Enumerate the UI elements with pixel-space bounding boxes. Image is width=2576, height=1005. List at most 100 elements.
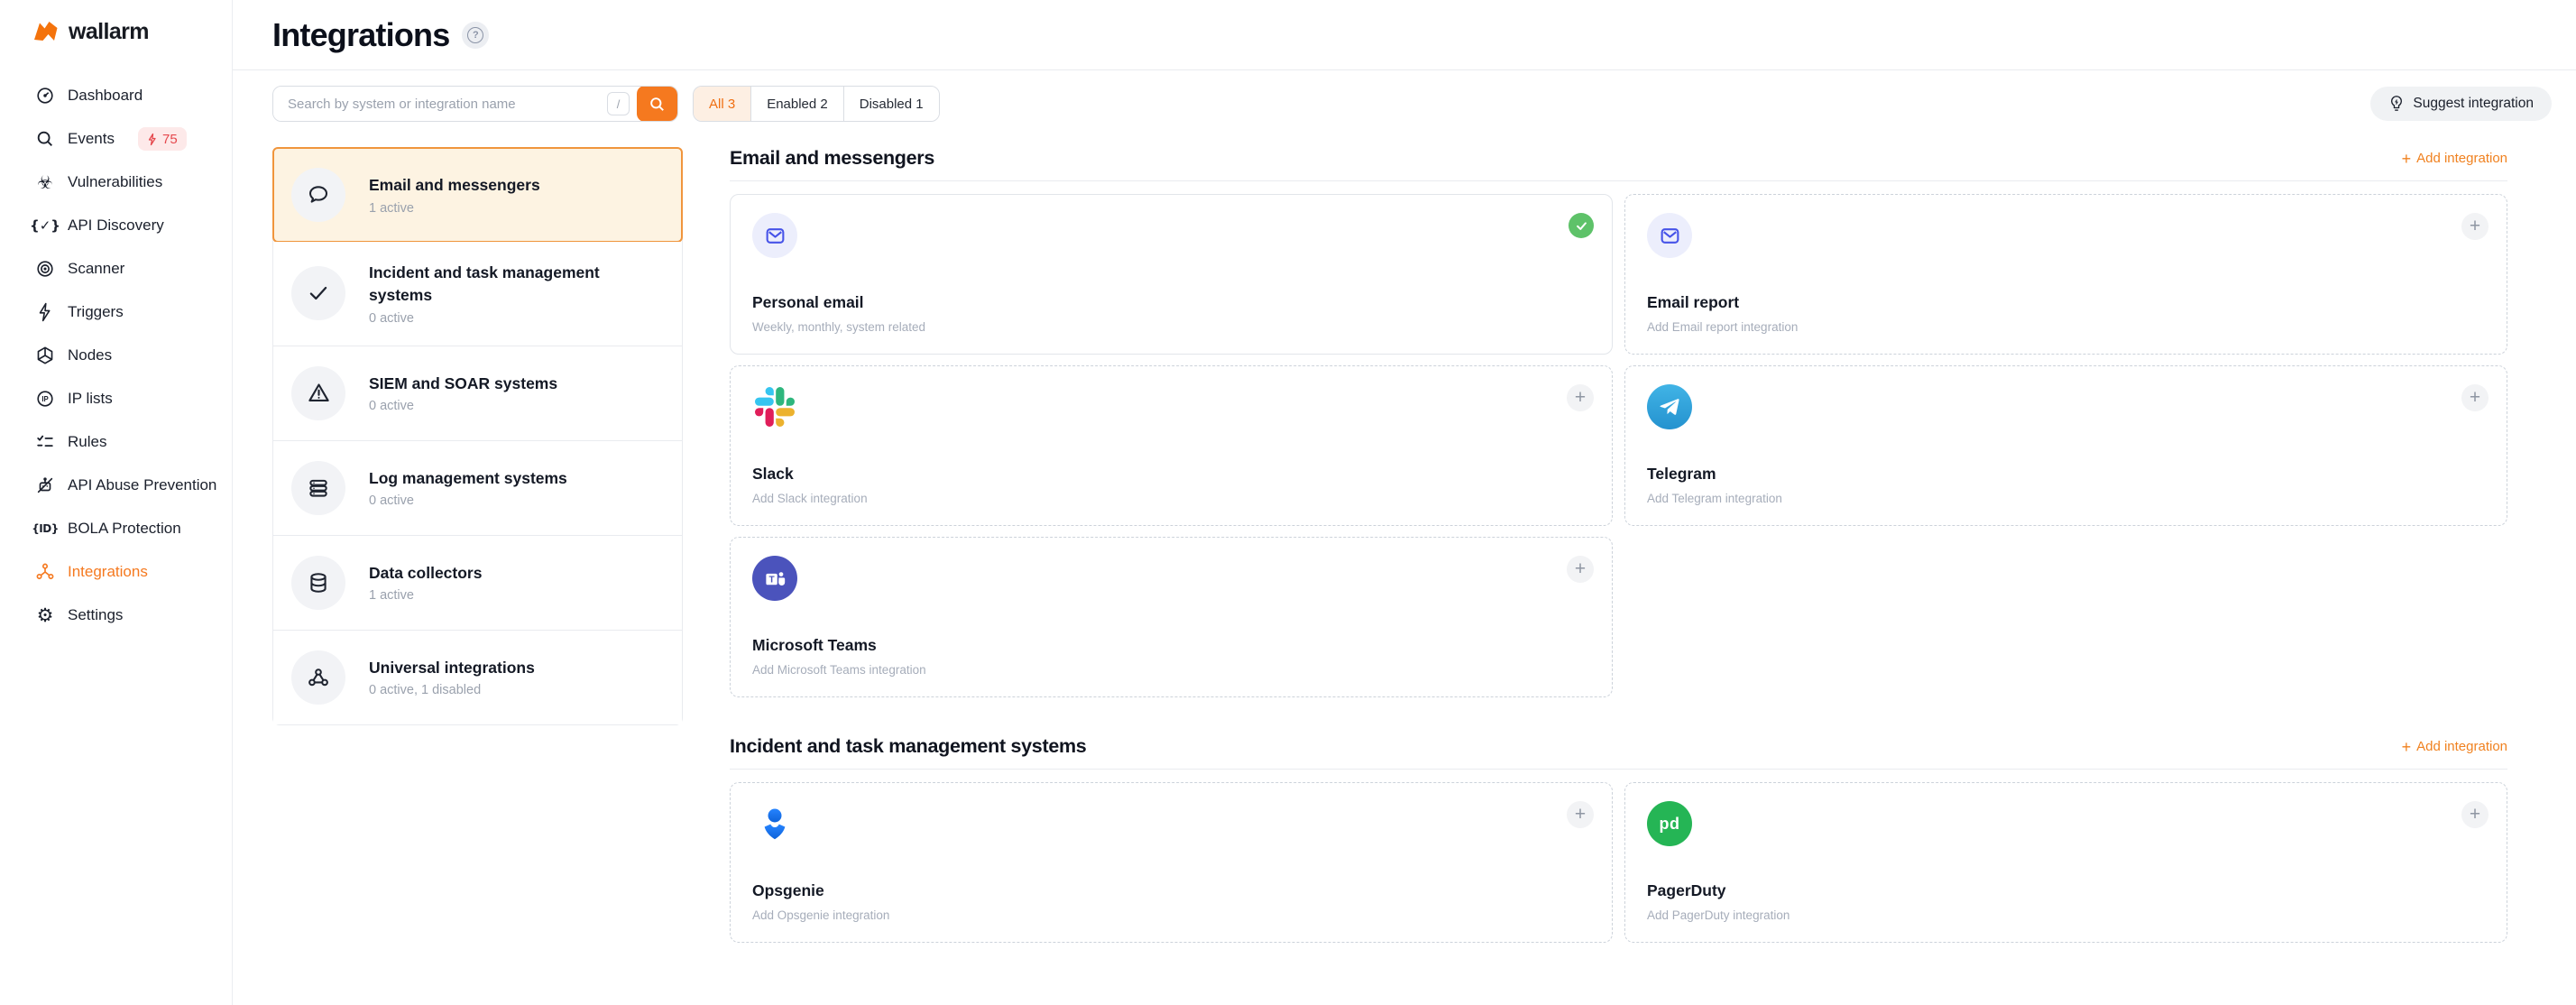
category-title: SIEM and SOAR systems: [369, 373, 557, 395]
sidebar-item-integrations[interactable]: Integrations: [0, 550, 232, 594]
card-description: Add Opsgenie integration: [752, 908, 889, 922]
sidebar-nav: Dashboard Events 75 ☣ Vulnerabilities {✓…: [0, 74, 232, 637]
sidebar-item-label: API Discovery: [68, 217, 164, 235]
category-email-and-messengers[interactable]: Email and messengers 1 active: [272, 147, 683, 243]
telegram-logo: [1647, 384, 1692, 429]
api-abuse-prevention-icon: [34, 475, 56, 496]
card-title: Slack: [752, 465, 794, 484]
nodes-icon: [34, 345, 56, 366]
category-siem-and-soar[interactable]: SIEM and SOAR systems 0 active: [273, 346, 682, 441]
integration-card-personal-email[interactable]: Personal email Weekly, monthly, system r…: [730, 194, 1613, 355]
sidebar-item-label: Settings: [68, 606, 123, 624]
wallarm-logo-text: wallarm: [69, 19, 149, 45]
integration-card-opsgenie[interactable]: + Opsgenie Add Opsgenie integration: [730, 782, 1613, 943]
events-count-badge: 75: [138, 127, 187, 151]
add-card-plus-button[interactable]: +: [2461, 213, 2489, 240]
filter-tab-all[interactable]: All 3: [694, 87, 751, 121]
card-description: Add Email report integration: [1647, 320, 1798, 334]
webhook-icon: [291, 650, 345, 705]
sidebar-item-bola-protection[interactable]: {ID} BOLA Protection: [0, 507, 232, 550]
pagerduty-logo: pd: [1647, 801, 1692, 846]
ip-lists-icon: IP: [34, 388, 56, 410]
category-data-collectors[interactable]: Data collectors 1 active: [273, 536, 682, 631]
page-title: Integrations: [272, 16, 449, 54]
search-input[interactable]: [273, 87, 607, 121]
checkmark-icon: [291, 266, 345, 320]
category-log-management[interactable]: Log management systems 0 active: [273, 441, 682, 536]
sidebar-item-scanner[interactable]: Scanner: [0, 247, 232, 290]
sidebar-item-nodes[interactable]: Nodes: [0, 334, 232, 377]
sidebar-item-label: Integrations: [68, 563, 148, 581]
filter-tab-disabled[interactable]: Disabled 1: [844, 87, 939, 121]
sidebar-item-label: IP lists: [68, 390, 113, 408]
sidebar-item-label: Nodes: [68, 346, 112, 364]
card-title: Personal email: [752, 293, 864, 312]
events-icon: [34, 128, 56, 150]
sidebar-item-label: Rules: [68, 433, 106, 451]
integration-card-email-report[interactable]: + Email report Add Email report integrat…: [1624, 194, 2507, 355]
sidebar-item-dashboard[interactable]: Dashboard: [0, 74, 232, 117]
add-card-plus-button[interactable]: +: [1567, 384, 1594, 411]
add-card-plus-button[interactable]: +: [1567, 801, 1594, 828]
sidebar-item-vulnerabilities[interactable]: ☣ Vulnerabilities: [0, 161, 232, 204]
category-universal-integrations[interactable]: Universal integrations 0 active, 1 disab…: [273, 631, 682, 724]
integration-card-slack[interactable]: + Slack Add Slack integration: [730, 365, 1613, 526]
suggest-integration-button[interactable]: Suggest integration: [2370, 87, 2552, 121]
sidebar-item-label: BOLA Protection: [68, 520, 181, 538]
svg-text:IP: IP: [41, 395, 48, 403]
database-icon: [291, 556, 345, 610]
filter-tab-enabled[interactable]: Enabled 2: [751, 87, 844, 121]
category-subtitle: 1 active: [369, 201, 540, 216]
search-icon: [649, 96, 666, 113]
slack-logo: [752, 384, 797, 429]
card-description: Weekly, monthly, system related: [752, 320, 925, 334]
help-icon[interactable]: ?: [462, 22, 489, 49]
sidebar-item-settings[interactable]: ⚙ Settings: [0, 594, 232, 637]
enabled-check-icon: [1569, 213, 1594, 238]
sidebar-item-events[interactable]: Events 75: [0, 117, 232, 161]
scanner-icon: [34, 258, 56, 280]
add-integration-link[interactable]: + Add integration: [2402, 151, 2507, 167]
warning-triangle-icon: [291, 366, 345, 420]
sidebar-item-label: Scanner: [68, 260, 124, 278]
sidebar-item-ip-lists[interactable]: IP IP lists: [0, 377, 232, 420]
lightbulb-icon: [2388, 95, 2405, 113]
add-card-plus-button[interactable]: +: [2461, 384, 2489, 411]
plus-icon: +: [2402, 151, 2412, 167]
category-subtitle: 0 active: [369, 493, 567, 508]
card-title: Email report: [1647, 293, 1739, 312]
integration-sections: Email and messengers + Add integration: [730, 147, 2507, 943]
integration-card-pagerduty[interactable]: pd + PagerDuty Add PagerDuty integration: [1624, 782, 2507, 943]
sidebar-item-api-abuse-prevention[interactable]: API Abuse Prevention: [0, 464, 232, 507]
email-icon: [1647, 213, 1692, 258]
vulnerabilities-icon: ☣: [34, 171, 56, 193]
sidebar-item-label: Vulnerabilities: [68, 173, 162, 191]
sidebar-item-triggers[interactable]: Triggers: [0, 290, 232, 334]
add-card-plus-button[interactable]: +: [1567, 556, 1594, 583]
integration-card-microsoft-teams[interactable]: T + Microsoft Teams Add Microsoft Teams …: [730, 537, 1613, 697]
sidebar-item-label: Events: [68, 130, 115, 148]
integrations-icon: [34, 561, 56, 583]
card-title: Opsgenie: [752, 881, 824, 900]
plus-icon: +: [2402, 739, 2412, 755]
sidebar-item-rules[interactable]: Rules: [0, 420, 232, 464]
category-incident-and-task-management[interactable]: Incident and task management systems 0 a…: [273, 242, 682, 346]
add-integration-link[interactable]: + Add integration: [2402, 739, 2507, 755]
log-stack-icon: [291, 461, 345, 515]
integration-card-telegram[interactable]: + Telegram Add Telegram integration: [1624, 365, 2507, 526]
category-subtitle: 0 active, 1 disabled: [369, 683, 535, 697]
sidebar-item-label: Dashboard: [68, 87, 143, 105]
email-icon: [752, 213, 797, 258]
settings-icon: ⚙: [34, 604, 56, 626]
category-title: Email and messengers: [369, 174, 540, 197]
card-description: Add Microsoft Teams integration: [752, 663, 926, 677]
card-title: PagerDuty: [1647, 881, 1726, 900]
section-divider: [730, 769, 2507, 770]
card-description: Add Slack integration: [752, 492, 868, 505]
search-button[interactable]: [637, 86, 677, 122]
sidebar: wallarm Dashboard Events 75 ☣ Vulnerabil…: [0, 0, 233, 1005]
triggers-icon: [34, 301, 56, 323]
add-card-plus-button[interactable]: +: [2461, 801, 2489, 828]
wallarm-logo[interactable]: wallarm: [0, 16, 232, 47]
sidebar-item-api-discovery[interactable]: {✓} API Discovery: [0, 204, 232, 247]
